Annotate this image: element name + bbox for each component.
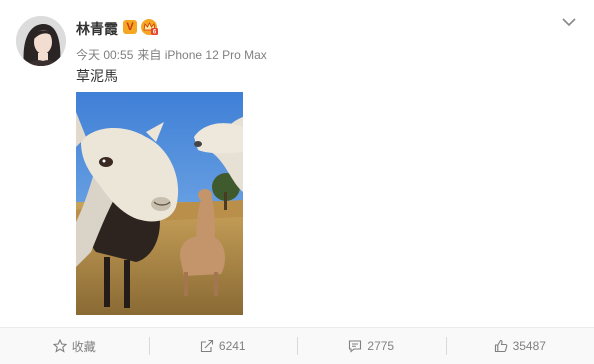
post-timestamp[interactable]: 今天 00:55 [76,48,133,62]
weibo-post-card: 林青霞 V 6 今天 00:55 来自 iPhone 12 Pro Max 草泥馬 [0,0,594,363]
chevron-down-icon[interactable] [561,15,577,27]
share-icon [200,339,214,353]
comment-button[interactable]: 2775 [297,335,446,357]
repost-count: 6241 [219,339,246,353]
vip-crown-icon: 6 [140,18,159,36]
star-icon [53,339,67,353]
comment-icon [348,339,362,353]
favorite-label: 收藏 [72,338,96,355]
like-button[interactable]: 35487 [446,335,594,357]
avatar-image [16,16,66,66]
like-count: 35487 [513,339,546,353]
verified-v-icon: V [123,20,137,34]
action-bar: 收藏 6241 2775 35487 [0,327,594,364]
repost-button[interactable]: 6241 [149,335,298,357]
post-meta: 今天 00:55 来自 iPhone 12 Pro Max [76,46,267,63]
favorite-button[interactable]: 收藏 [0,335,149,357]
post-image[interactable] [76,92,243,315]
avatar[interactable] [16,16,66,66]
thumbs-up-icon [494,339,508,353]
post-source[interactable]: 来自 iPhone 12 Pro Max [137,48,266,62]
author-name[interactable]: 林青霞 [76,19,118,39]
comment-count: 2775 [367,339,394,353]
alpaca-photo [76,92,243,315]
post-text: 草泥馬 [76,66,118,86]
